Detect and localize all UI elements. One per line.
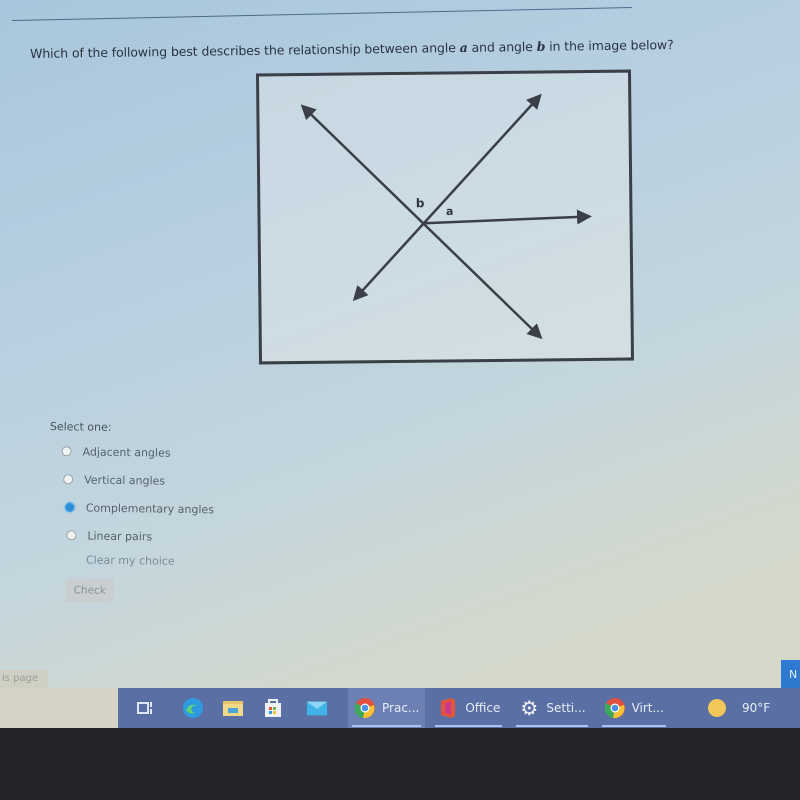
question-middle: and angle	[467, 38, 537, 55]
option-label: Adjacent angles	[82, 444, 171, 460]
angle-a-symbol: a	[459, 39, 468, 56]
angle-figure: b a	[254, 68, 635, 366]
taskbar-label: Office	[465, 701, 501, 715]
weather-temperature: 90°F	[741, 701, 771, 715]
taskbar-edge[interactable]	[168, 688, 216, 728]
taskbar-weather[interactable]: 90°F	[700, 688, 776, 728]
radio-linear-pairs[interactable]	[66, 530, 77, 541]
chrome-icon	[354, 697, 376, 719]
office-icon	[437, 697, 459, 719]
top-divider	[11, 7, 632, 21]
taskbar-settings[interactable]: ⚙ Setti...	[512, 688, 591, 728]
taskbar-task-view[interactable]	[118, 688, 168, 728]
taskbar-file-explorer[interactable]	[216, 688, 256, 728]
next-page-button[interactable]: N	[781, 660, 800, 690]
task-view-icon	[134, 697, 156, 719]
check-button[interactable]: Check	[65, 578, 115, 603]
option-adjacent-angles[interactable]: Adjacent angles	[61, 437, 349, 469]
page-nav-text[interactable]: is page	[0, 670, 48, 688]
label-b: b	[416, 196, 425, 210]
taskbar-mail[interactable]	[296, 688, 340, 728]
radio-adjacent-angles[interactable]	[61, 446, 72, 457]
taskbar-chrome-virtual[interactable]: Virt...	[598, 688, 670, 728]
option-linear-pairs[interactable]: Linear pairs	[66, 521, 348, 553]
angle-diagram: b a	[255, 69, 635, 365]
screen-bezel	[0, 728, 800, 800]
clear-choice-link[interactable]: Clear my choice	[86, 554, 348, 571]
radio-complementary-angles[interactable]	[64, 502, 75, 513]
taskbar: Prac... Office ⚙ Setti... Virt... 90°F	[118, 688, 800, 728]
select-one-label: Select one:	[49, 420, 112, 434]
taskbar-store[interactable]	[256, 688, 296, 728]
edge-icon	[182, 697, 204, 719]
screen-edge	[0, 688, 118, 728]
taskbar-chrome-practice[interactable]: Prac...	[348, 688, 426, 728]
taskbar-office[interactable]: Office	[431, 688, 506, 728]
file-explorer-icon	[222, 697, 244, 719]
option-label: Linear pairs	[87, 529, 153, 543]
option-label: Vertical angles	[84, 472, 166, 488]
question-suffix: in the image below?	[545, 37, 674, 54]
radio-vertical-angles[interactable]	[63, 474, 74, 485]
label-a: a	[446, 205, 454, 218]
chrome-icon	[604, 697, 626, 719]
mail-icon	[306, 697, 328, 719]
question-text: Which of the following best describes th…	[30, 36, 750, 61]
option-label: Complementary angles	[85, 501, 215, 516]
store-icon	[262, 697, 284, 719]
sun-icon	[706, 697, 728, 719]
taskbar-label: Prac...	[382, 701, 420, 715]
taskbar-label: Virt...	[631, 701, 664, 715]
question-prefix: Which of the following best describes th…	[29, 40, 460, 61]
option-complementary-angles[interactable]: Complementary angles	[64, 493, 349, 525]
option-vertical-angles[interactable]: Vertical angles	[63, 465, 349, 497]
taskbar-label: Setti...	[546, 701, 586, 715]
answer-section: Select one: Adjacent angles Vertical ang…	[47, 420, 350, 606]
settings-icon: ⚙	[520, 696, 539, 720]
